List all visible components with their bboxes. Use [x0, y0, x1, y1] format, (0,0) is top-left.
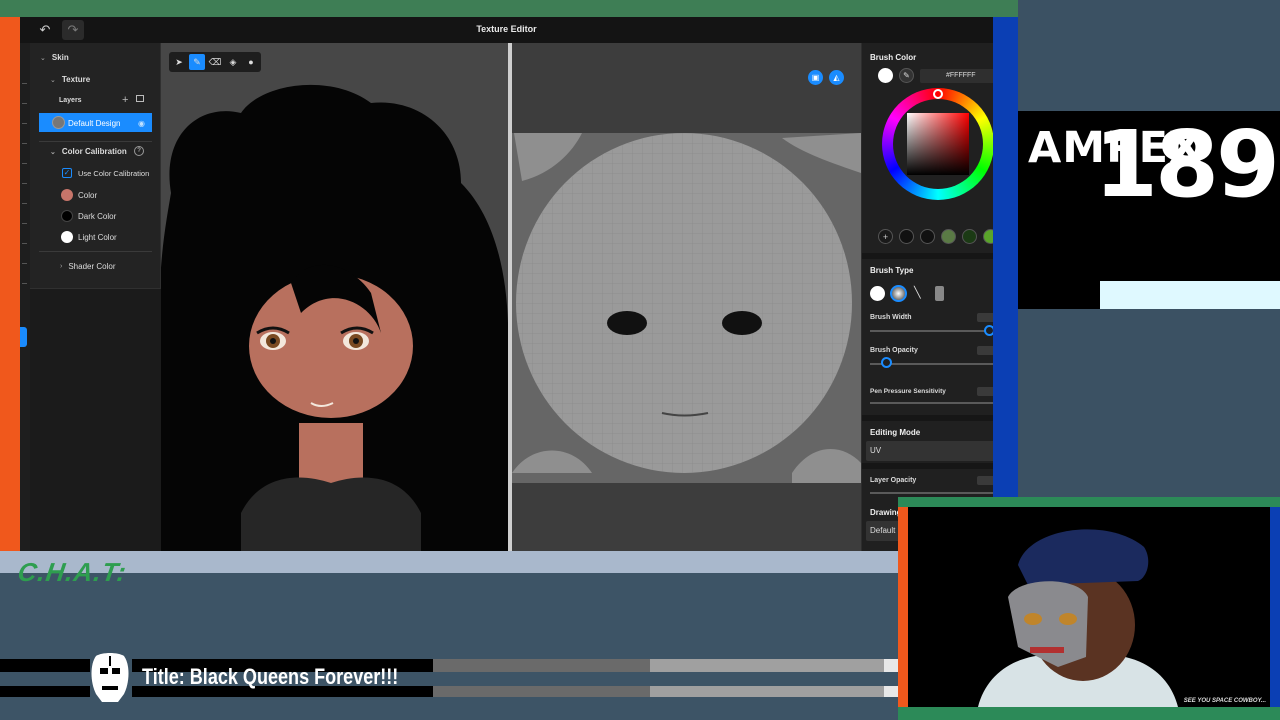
dark-color-label: Dark Color	[78, 212, 117, 221]
chevron-right-icon: ›	[60, 263, 63, 270]
color-calibration-label: Color Calibration	[61, 147, 127, 156]
add-color-icon[interactable]: +	[878, 229, 893, 244]
webcam-view: SEE YOU SPACE COWBOY...	[908, 507, 1270, 707]
brush-round-hard-icon[interactable]	[870, 286, 885, 301]
image-import-icon[interactable]	[136, 95, 144, 102]
uv-editor-view[interactable]: ▣ ◭	[512, 43, 861, 551]
title-ticker-top	[0, 659, 898, 672]
brush-color-label: Brush Color	[870, 53, 917, 62]
hue-marker[interactable]	[933, 89, 943, 99]
light-color-swatch[interactable]	[61, 231, 73, 243]
stream-title: Title: Black Queens Forever!!!	[142, 664, 399, 689]
cam-caption: SEE YOU SPACE COWBOY...	[1183, 698, 1266, 704]
shader-color-label: Shader Color	[68, 262, 116, 271]
palette-color-2[interactable]	[920, 229, 935, 244]
palette-color-1[interactable]	[899, 229, 914, 244]
overlay-chat-bar	[0, 551, 898, 573]
fill-tool-icon[interactable]: ◈	[225, 54, 241, 70]
brush-width-knob[interactable]	[984, 325, 993, 336]
brush-type-label: Brush Type	[870, 266, 914, 275]
color-swatch[interactable]	[61, 189, 73, 201]
brush-width-slider[interactable]	[870, 330, 990, 332]
texture-editor-window: ↶ ↷ Texture Editor ⌄ Skin ⌄ Texture Laye…	[20, 17, 993, 551]
editing-mode-label: Editing Mode	[870, 428, 921, 437]
ampex-badge: AMPEX 189	[1018, 111, 1280, 309]
editing-mode-select[interactable]: UV	[866, 441, 993, 461]
layer-name: Default Design	[68, 119, 121, 128]
episode-number: 189	[1094, 111, 1280, 218]
layer-opacity-label: Layer Opacity	[870, 477, 917, 484]
properties-panel: Brush Color ✎ #FFFFFF + Brush Type ╲ Bru…	[861, 43, 993, 551]
brush-round-soft-icon[interactable]	[890, 285, 907, 302]
layer-panel: ⌄ Skin ⌄ Texture Layers + Default Design…	[30, 43, 161, 289]
overlay-right-accent	[993, 17, 1018, 497]
brush-line-icon[interactable]: ╲	[914, 286, 921, 299]
drawing-toolbar: ➤ ✎ ⌫ ◈ ●	[169, 52, 261, 72]
mask-logo-icon	[91, 653, 129, 702]
brush-width-label: Brush Width	[870, 314, 912, 321]
pen-pressure-label: Pen Pressure Sensitivity	[870, 388, 946, 395]
chevron-down-icon: ⌄	[50, 76, 56, 84]
uv-mesh-image	[512, 133, 861, 483]
chevron-down-icon: ⌄	[40, 54, 46, 62]
eraser-tool-icon[interactable]: ⌫	[207, 54, 223, 70]
pen-pressure-slider[interactable]	[870, 402, 993, 404]
shader-color-header[interactable]: › Shader Color	[60, 262, 115, 271]
skin-label: Skin	[51, 53, 69, 62]
progress-track	[1018, 281, 1100, 309]
saturation-square[interactable]	[907, 113, 969, 175]
pen-pressure-toggle[interactable]	[977, 387, 993, 396]
title-bar: ↶ ↷ Texture Editor	[20, 17, 993, 43]
avatar-preview-image	[161, 43, 508, 551]
palette-color-5[interactable]	[983, 229, 993, 244]
view-mode-icon[interactable]: ▣	[808, 70, 823, 85]
3d-preview-viewport[interactable]: ➤ ✎ ⌫ ◈ ●	[161, 43, 508, 551]
dark-color-swatch[interactable]	[61, 210, 73, 222]
eye-icon[interactable]: ◉	[138, 119, 145, 128]
streamer-avatar-image	[908, 507, 1270, 707]
current-color-swatch[interactable]	[878, 68, 893, 83]
color-calibration-header[interactable]: ⌄ Color Calibration	[50, 147, 127, 156]
chevron-down-icon: ⌄	[50, 148, 56, 156]
overlay-left-accent	[0, 17, 20, 551]
texture-section-header[interactable]: ⌄ Texture	[50, 75, 90, 84]
overlay-top-strip	[0, 0, 1018, 17]
brush-width-input[interactable]	[977, 313, 993, 322]
layers-label: Layers	[59, 97, 82, 104]
palette-color-3[interactable]	[941, 229, 956, 244]
eyedropper-icon[interactable]: ✎	[899, 68, 914, 83]
layer-opacity-input[interactable]	[977, 476, 993, 485]
brush-texture-icon[interactable]	[935, 286, 944, 301]
light-color-label: Light Color	[78, 233, 117, 242]
brush-tool-icon[interactable]: ✎	[189, 54, 205, 70]
collapsed-side-strip	[20, 43, 30, 551]
use-color-calibration-label: Use Color Calibration	[78, 169, 150, 178]
layer-thumbnail	[52, 116, 65, 129]
preview-toggle-icon[interactable]: ◭	[829, 70, 844, 85]
add-layer-icon[interactable]: +	[122, 94, 128, 106]
panel-expand-handle[interactable]	[20, 327, 27, 347]
title-ticker-bottom	[0, 686, 898, 697]
color-wheel[interactable]	[882, 88, 993, 200]
webcam-orange-accent	[898, 507, 908, 707]
color-label: Color	[78, 191, 98, 200]
window-title: Texture Editor	[476, 24, 537, 34]
dropper-tool-icon[interactable]: ●	[243, 54, 259, 70]
palette-color-4[interactable]	[962, 229, 977, 244]
uv-texture-canvas[interactable]	[512, 133, 861, 483]
brush-opacity-knob[interactable]	[881, 357, 892, 368]
brush-opacity-input[interactable]	[977, 346, 993, 355]
texture-label: Texture	[61, 75, 91, 84]
help-icon[interactable]: ?	[134, 146, 144, 156]
brush-opacity-label: Brush Opacity	[870, 347, 918, 354]
hex-color-input[interactable]: #FFFFFF	[920, 69, 993, 83]
select-tool-icon[interactable]: ➤	[171, 54, 187, 70]
use-color-calibration-checkbox[interactable]: ✓	[62, 168, 72, 178]
chat-label: C.H.A.T:	[15, 557, 129, 587]
layer-opacity-slider[interactable]	[870, 492, 993, 494]
skin-section-header[interactable]: ⌄ Skin	[40, 53, 69, 62]
webcam-blue-accent	[1270, 507, 1280, 707]
progress-fill	[1100, 281, 1280, 309]
